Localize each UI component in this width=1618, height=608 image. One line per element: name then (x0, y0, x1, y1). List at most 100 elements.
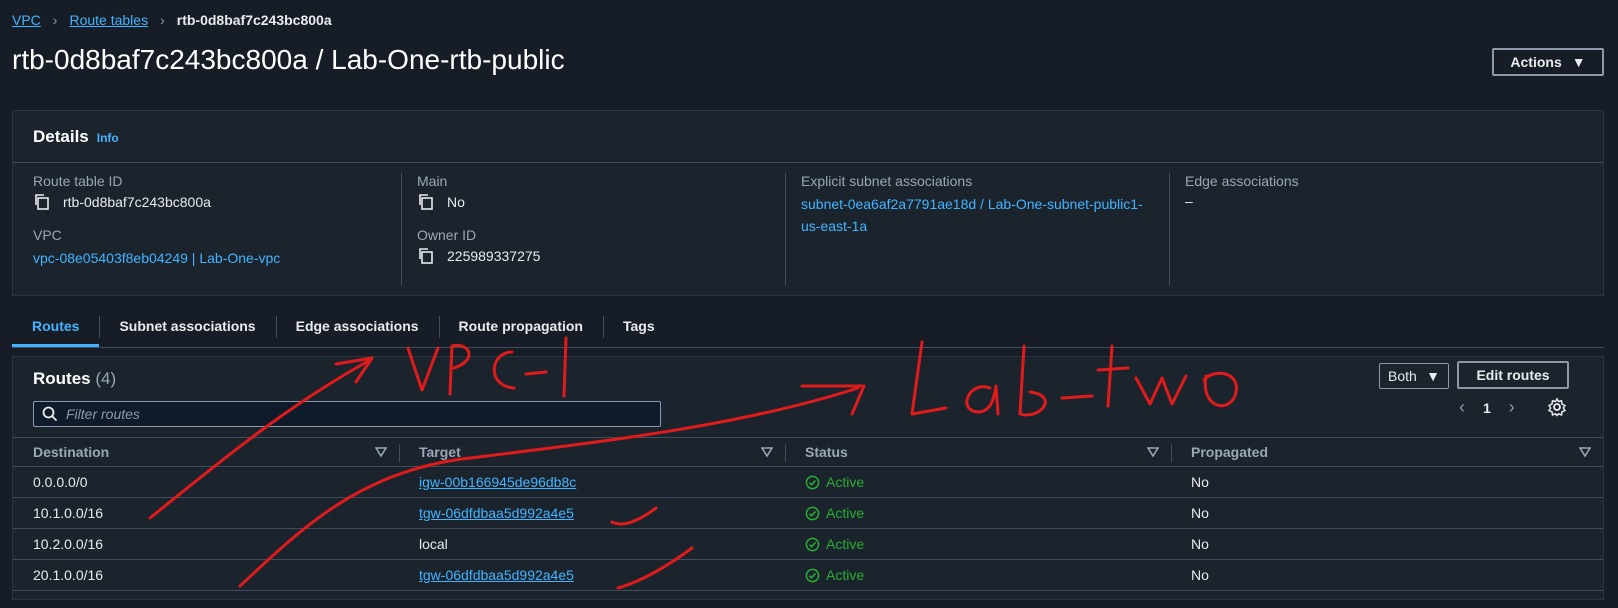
search-icon (42, 406, 58, 422)
gear-icon[interactable] (1547, 397, 1567, 417)
cell-propagated: No (1191, 505, 1209, 521)
column-header-target[interactable]: Target (399, 438, 785, 466)
check-circle-icon (805, 537, 820, 551)
breadcrumb-vpc[interactable]: VPC (12, 12, 41, 28)
breadcrumb: VPC › Route tables › rtb-0d8baf7c243bc80… (12, 12, 332, 28)
status-text: Active (826, 536, 865, 552)
tab-tags[interactable]: Tags (602, 310, 675, 347)
edge-associations-label: Edge associations (1185, 173, 1299, 189)
sort-icon[interactable] (761, 446, 773, 458)
cell-destination: 0.0.0.0/0 (33, 474, 88, 490)
copy-icon[interactable] (417, 193, 435, 211)
routes-panel: Routes (4) Both ▼ Edit routes ‹ 1 › Dest… (12, 356, 1604, 600)
vpc-label: VPC (33, 227, 62, 243)
check-circle-icon (805, 506, 820, 520)
tab-routes[interactable]: Routes (12, 310, 100, 347)
target-link[interactable]: tgw-06dfdbaa5d992a4e5 (419, 567, 574, 583)
routes-table: Destination Target Status Propagated 0.0… (13, 437, 1603, 591)
cell-propagated: No (1191, 536, 1209, 552)
explicit-subnet-label: Explicit subnet associations (801, 173, 973, 189)
sort-icon[interactable] (1579, 446, 1591, 458)
actions-button[interactable]: Actions ▼ (1492, 48, 1604, 76)
caret-down-icon: ▼ (1426, 368, 1440, 384)
owner-id-value: 225989337275 (417, 247, 792, 265)
chevron-right-icon: › (52, 12, 58, 28)
tab-edge-associations[interactable]: Edge associations (275, 310, 439, 347)
status-text: Active (826, 567, 865, 583)
main-value: No (417, 193, 792, 211)
filter-routes-field[interactable] (33, 401, 661, 427)
tab-route-propagation[interactable]: Route propagation (438, 310, 603, 347)
cell-status: Active (785, 567, 1171, 583)
cell-propagated: No (1191, 567, 1209, 583)
table-row: 10.1.0.0/16 tgw-06dfdbaa5d992a4e5 Active… (13, 498, 1603, 529)
breadcrumb-route-tables[interactable]: Route tables (69, 12, 148, 28)
caret-down-icon: ▼ (1571, 54, 1586, 70)
explicit-subnet-line-2: us-east-1a (801, 218, 868, 234)
routes-count: (4) (95, 369, 117, 388)
explicit-subnet-link[interactable]: subnet-0ea6af2a7791ae18d / Lab-One-subne… (801, 193, 1176, 237)
owner-id-label: Owner ID (417, 227, 477, 243)
tab-subnet-associations[interactable]: Subnet associations (99, 310, 275, 347)
divider (785, 173, 786, 285)
target-link[interactable]: igw-00b166945de96db8c (419, 474, 576, 490)
route-table-id-label: Route table ID (33, 173, 123, 189)
copy-icon[interactable] (417, 247, 435, 265)
breadcrumb-current: rtb-0d8baf7c243bc800a (176, 12, 332, 28)
cell-status: Active (785, 474, 1171, 490)
info-link[interactable]: Info (97, 131, 119, 145)
status-text: Active (826, 474, 865, 490)
details-header: Details Info (13, 111, 1603, 163)
filter-routes-input[interactable] (66, 406, 626, 422)
cell-status: Active (785, 505, 1171, 521)
explicit-subnet-line-1: subnet-0ea6af2a7791ae18d / Lab-One-subne… (801, 196, 1143, 212)
route-table-id-text: rtb-0d8baf7c243bc800a (63, 194, 211, 210)
vpc-link[interactable]: vpc-08e05403f8eb04249 | Lab-One-vpc (33, 247, 408, 269)
check-circle-icon (805, 568, 820, 582)
details-panel: Details Info Route table ID rtb-0d8baf7c… (12, 110, 1604, 296)
table-header: Destination Target Status Propagated (13, 437, 1603, 467)
both-label: Both (1388, 368, 1417, 384)
column-label: Destination (33, 444, 110, 460)
route-filter-select[interactable]: Both ▼ (1379, 363, 1449, 389)
chevron-left-icon[interactable]: ‹ (1459, 397, 1465, 418)
owner-id-text: 225989337275 (447, 248, 541, 264)
cell-destination: 20.1.0.0/16 (33, 567, 104, 583)
edit-routes-button[interactable]: Edit routes (1457, 361, 1569, 389)
chevron-right-icon[interactable]: › (1509, 397, 1515, 418)
chevron-right-icon: › (160, 12, 165, 28)
check-circle-icon (805, 475, 820, 489)
details-column-2: Main No Owner ID 225989337275 (417, 173, 792, 265)
column-header-destination[interactable]: Destination (13, 438, 399, 466)
cell-target: tgw-06dfdbaa5d992a4e5 (399, 505, 785, 521)
cell-target: local (419, 536, 448, 552)
divider (1169, 173, 1170, 285)
routes-heading: Routes (33, 369, 91, 388)
target-link[interactable]: tgw-06dfdbaa5d992a4e5 (419, 505, 574, 521)
column-label: Status (805, 444, 848, 460)
details-column-1: Route table ID rtb-0d8baf7c243bc800a VPC… (33, 173, 408, 269)
cell-target: tgw-06dfdbaa5d992a4e5 (399, 567, 785, 583)
divider (401, 173, 402, 285)
copy-icon[interactable] (33, 193, 51, 211)
pagination: ‹ 1 › (1459, 397, 1515, 418)
column-header-propagated[interactable]: Propagated (1171, 438, 1603, 466)
cell-destination: 10.1.0.0/16 (33, 505, 104, 521)
sort-icon[interactable] (375, 446, 387, 458)
edge-associations-value: – (1185, 193, 1193, 209)
column-header-status[interactable]: Status (785, 438, 1171, 466)
cell-propagated: No (1191, 474, 1209, 490)
column-label: Target (419, 444, 461, 460)
table-row: 10.2.0.0/16 local Active No (13, 529, 1603, 560)
actions-label: Actions (1510, 54, 1562, 70)
cell-status: Active (785, 536, 1171, 552)
cell-target: igw-00b166945de96db8c (399, 474, 785, 490)
page-number[interactable]: 1 (1483, 400, 1491, 416)
details-column-3: Explicit subnet associations subnet-0ea6… (801, 173, 1176, 237)
tab-bar: Routes Subnet associations Edge associat… (12, 310, 1604, 348)
status-text: Active (826, 505, 865, 521)
main-text: No (447, 194, 465, 210)
cell-destination: 10.2.0.0/16 (33, 536, 104, 552)
sort-icon[interactable] (1147, 446, 1159, 458)
routes-title: Routes (4) (33, 369, 116, 389)
